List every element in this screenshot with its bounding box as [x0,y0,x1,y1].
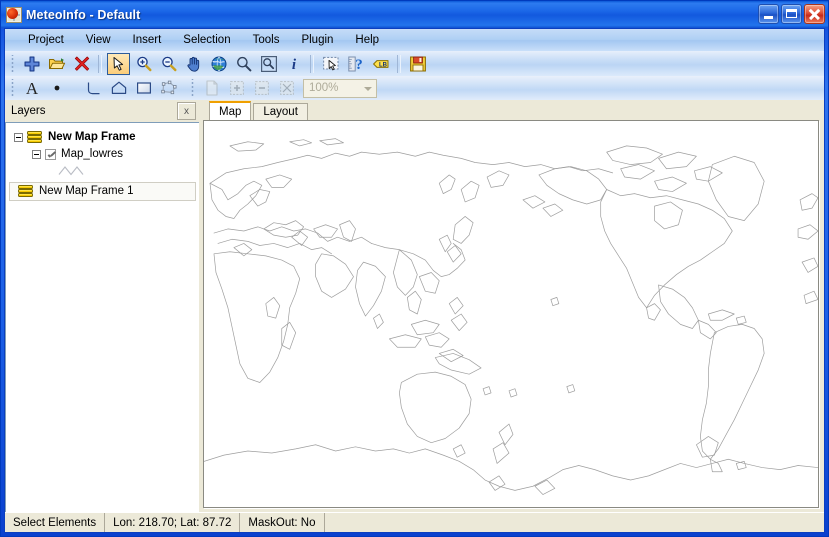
status-maskout: MaskOut: No [240,513,325,532]
close-button[interactable] [804,4,825,24]
view-tabs: Map Layout [203,100,824,120]
open-project-icon[interactable] [45,53,68,75]
status-coordinates: Lon: 218.70; Lat: 87.72 [105,513,241,532]
page-zoom-value: 100% [309,81,339,94]
layers-tree-container[interactable]: New Map Frame Map_lowres New Map Frame 1 [5,122,199,512]
menu-view[interactable]: View [75,31,122,49]
layer-symbol-row [6,163,199,178]
chevron-down-icon [364,86,372,91]
meteoinfo-icon [6,6,22,23]
menu-insert[interactable]: Insert [122,31,173,49]
polyline-tool-icon[interactable] [82,77,105,99]
select-features-icon[interactable] [257,53,280,75]
status-mode: Select Elements [5,513,106,532]
identify-icon[interactable] [232,53,255,75]
measurement-icon[interactable]: ? [344,53,367,75]
collapse-toggle-icon-layer[interactable] [32,150,41,159]
new-page-icon[interactable] [200,77,223,99]
tab-layout[interactable]: Layout [253,103,308,120]
tree-node-layer-label: Map_lowres [61,148,123,160]
layers-panel-title: Layers [11,105,46,117]
menu-bar: Project View Insert Selection Tools Plug… [5,29,824,51]
menu-selection[interactable]: Selection [172,31,241,49]
menu-help[interactable]: Help [344,31,390,49]
page-zoom-in-icon[interactable] [225,77,248,99]
page-zoom-out-icon[interactable] [250,77,273,99]
menu-project[interactable]: Project [17,31,75,49]
layer-visibility-checkbox[interactable] [45,149,56,160]
draw-toolbar-grip[interactable] [9,79,17,97]
map-frame-icon [27,131,43,144]
menu-plugin[interactable]: Plugin [290,31,344,49]
svg-text:?: ? [355,57,363,73]
tree-node-map-frame-1-label: New Map Frame 1 [39,185,134,197]
save-project-icon[interactable] [406,53,429,75]
svg-text:i: i [291,57,296,73]
draw-separator-a [73,79,77,97]
select-elements-icon[interactable] [107,52,130,75]
zoom-in-icon[interactable] [132,53,155,75]
collapse-toggle-icon[interactable] [14,133,23,142]
info-icon[interactable]: i [282,53,305,75]
layers-panel: Layers x New Map Frame Map_lowres New Ma… [5,100,199,512]
layers-tree: New Map Frame Map_lowres New Map Frame 1 [6,123,199,201]
world-map-svg [204,121,818,507]
map-canvas[interactable] [203,120,819,508]
window-controls [758,4,825,24]
page-zoom-fit-icon[interactable] [275,77,298,99]
status-bar: Select Elements Lon: 218.70; Lat: 87.72 … [5,512,824,532]
zoom-out-icon[interactable] [157,53,180,75]
polyline-symbol [58,166,84,176]
status-spacer [325,513,824,532]
select-by-rectangle-icon[interactable] [319,53,342,75]
window-title: MeteoInfo - Default [26,7,141,22]
maximize-button[interactable] [781,4,802,24]
draw-toolbar: A 100% [5,76,824,100]
page-toolbar-grip[interactable] [189,79,197,97]
meteoinfo-window: MeteoInfo - Default Project View Insert … [0,0,829,537]
label-set-icon[interactable]: LB [369,53,392,75]
remove-layer-icon[interactable] [70,53,93,75]
toolbar-separator-2 [310,54,314,73]
text-tool-icon[interactable]: A [20,77,43,99]
main-toolbar: i ? LB [5,51,824,76]
toolbar-separator [98,54,102,73]
map-frame-1-icon [18,185,34,198]
toolbar-grip[interactable] [9,54,17,73]
tab-map[interactable]: Map [209,101,252,120]
window-client-area: Project View Insert Selection Tools Plug… [4,28,825,533]
toolbar-separator-3 [397,54,401,73]
layers-panel-header: Layers x [5,100,199,122]
tree-node-map-frame-1[interactable]: New Map Frame 1 [9,182,196,201]
minimize-button[interactable] [758,4,779,24]
point-tool-icon[interactable] [45,77,68,99]
tree-node-map-frame[interactable]: New Map Frame [6,129,199,146]
tree-node-layer[interactable]: Map_lowres [6,146,199,163]
add-layer-icon[interactable] [20,53,43,75]
freehand-polygon-tool-icon[interactable] [157,77,180,99]
full-extent-icon[interactable] [207,53,230,75]
page-zoom-combobox[interactable]: 100% [303,78,377,98]
polygon-tool-icon[interactable] [107,77,130,99]
main-area: Layers x New Map Frame Map_lowres New Ma… [5,100,824,512]
rectangle-tool-icon[interactable] [132,77,155,99]
tree-node-map-frame-label: New Map Frame [48,131,136,143]
pan-icon[interactable] [182,53,205,75]
view-panel: Map Layout [203,100,824,512]
title-bar: MeteoInfo - Default [1,1,828,28]
menu-tools[interactable]: Tools [242,31,291,49]
layers-panel-close-button[interactable]: x [177,102,196,120]
svg-text:A: A [25,79,38,97]
svg-text:LB: LB [379,62,388,68]
